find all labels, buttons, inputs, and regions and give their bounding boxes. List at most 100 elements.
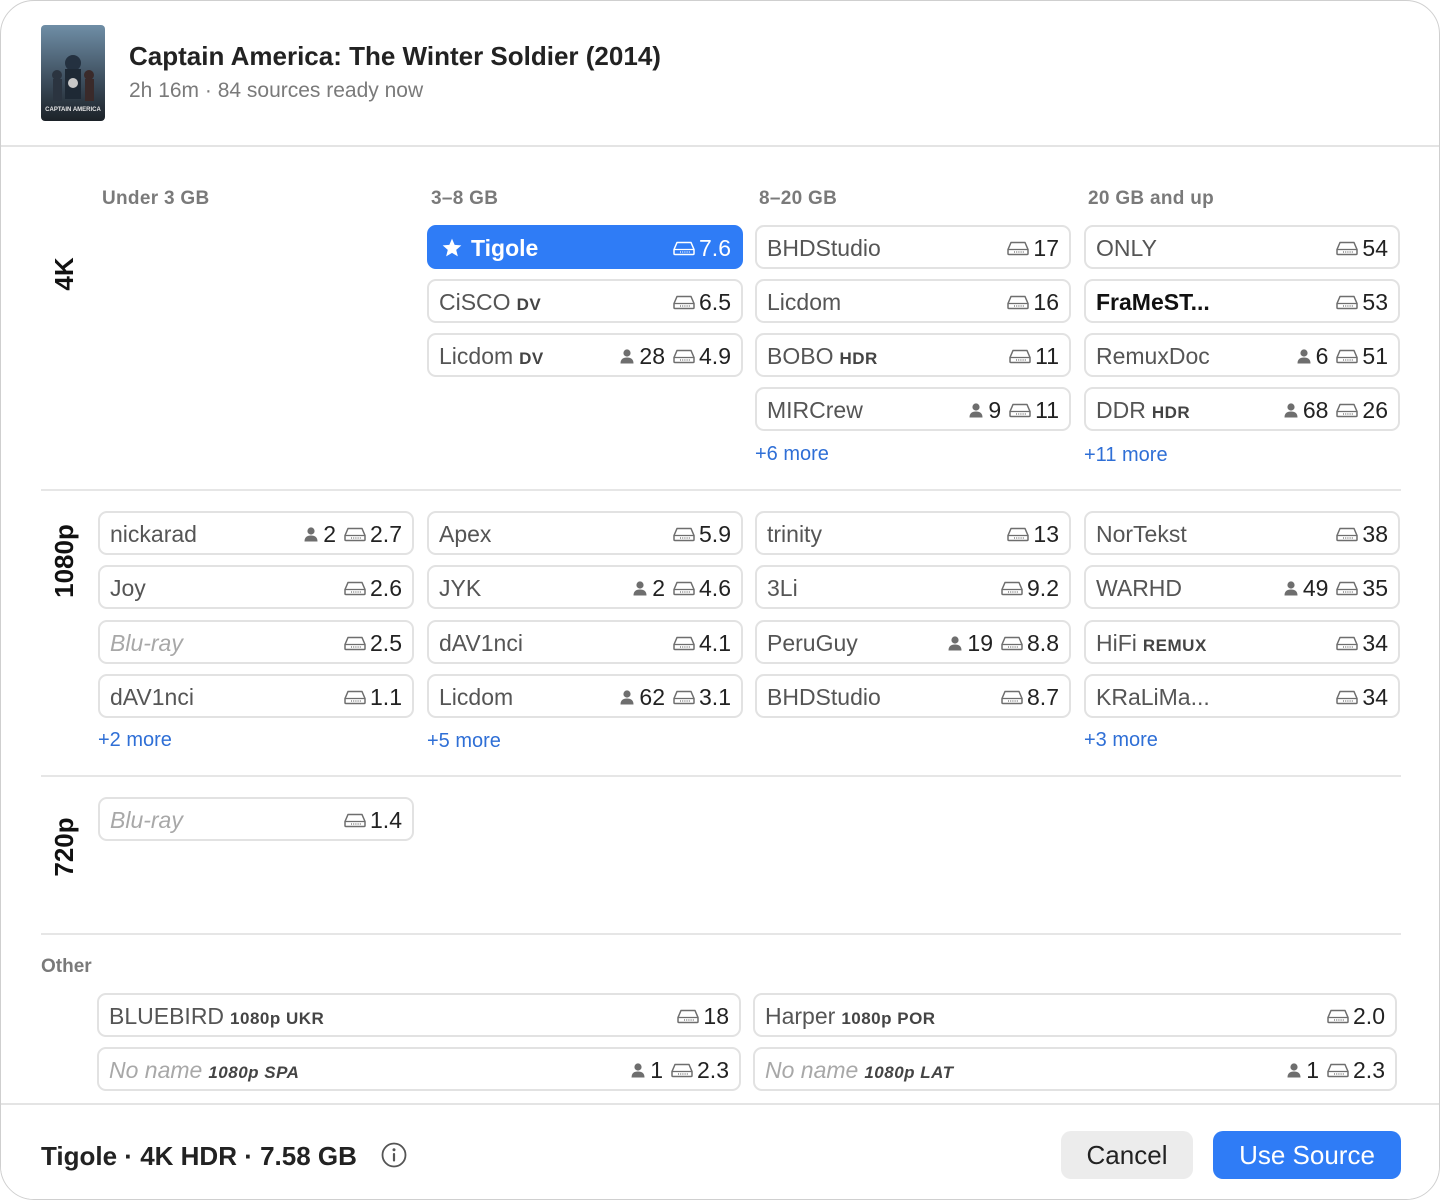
source-card[interactable]: Blu-ray 1.4 — [98, 797, 414, 841]
source-stats: 1.4 — [344, 807, 402, 834]
more-link-1080p-under-3gb[interactable]: +2 more — [98, 729, 172, 752]
size-gb: 54 — [1362, 235, 1388, 261]
person-icon — [630, 1057, 646, 1084]
source-name-text: MIRCrew — [767, 397, 863, 423]
source-card[interactable]: No name 1080p SPA 1 2.3 — [97, 1047, 741, 1091]
source-stats: 68 26 — [1283, 397, 1388, 424]
source-name-text: dAV1nci — [439, 630, 523, 656]
source-card[interactable]: Licdom DV 28 4.9 — [427, 333, 743, 377]
size-gb: 18 — [703, 1003, 729, 1029]
source-name-text: DDR — [1096, 397, 1146, 423]
seeders-count: 62 — [639, 684, 666, 710]
source-card[interactable]: Harper 1080p POR 2.0 — [753, 993, 1397, 1037]
source-stats: 6 51 — [1296, 343, 1388, 370]
seeders: 1 — [1286, 1057, 1319, 1084]
source-card[interactable]: NorTekst 38 — [1084, 511, 1400, 555]
source-card[interactable]: Apex 5.9 — [427, 511, 743, 555]
drive-icon — [673, 684, 695, 711]
drive-icon — [1336, 235, 1359, 262]
source-name: WARHD — [1096, 575, 1182, 602]
size-gb: 1.1 — [370, 684, 402, 710]
drive-icon — [673, 343, 695, 370]
source-card[interactable]: FraMeST... 53 — [1084, 279, 1400, 323]
source-name: PeruGuy — [767, 630, 858, 657]
more-link-1080p-20gb-up[interactable]: +3 more — [1084, 729, 1158, 752]
cancel-button[interactable]: Cancel — [1061, 1131, 1193, 1179]
source-card[interactable]: trinity 13 — [755, 511, 1071, 555]
source-name: dAV1nci — [110, 684, 194, 711]
more-link-1080p-3-8gb[interactable]: +5 more — [427, 730, 501, 753]
size-gb: 2.3 — [697, 1057, 729, 1083]
source-name: Joy — [110, 575, 146, 602]
source-card[interactable]: KRaLiMa... 34 — [1084, 674, 1400, 718]
source-name: HiFi REMUX — [1096, 630, 1207, 657]
source-stats: 17 — [1007, 235, 1059, 262]
source-card[interactable]: dAV1nci 4.1 — [427, 620, 743, 664]
size-gb: 34 — [1362, 684, 1388, 710]
source-tag: REMUX — [1142, 636, 1207, 655]
source-card[interactable]: nickarad 2 2.7 — [98, 511, 414, 555]
source-name: BHDStudio — [767, 235, 881, 262]
more-link-4k-20gb-up[interactable]: +11 more — [1084, 444, 1168, 467]
selection-summary: Tigole · 4K HDR · 7.58 GB — [41, 1141, 357, 1171]
source-card[interactable]: BLUEBIRD 1080p UKR 18 — [97, 993, 741, 1037]
seeders-count: 1 — [1306, 1057, 1320, 1083]
seeders-count: 9 — [988, 397, 1002, 423]
size-gb: 8.7 — [1027, 684, 1059, 710]
source-card[interactable]: MIRCrew 9 11 — [755, 387, 1071, 431]
source-card[interactable]: dAV1nci 1.1 — [98, 674, 414, 718]
header: CAPTAIN AMERICA Captain America: The Win… — [1, 1, 1439, 147]
source-tag: HDR — [1151, 403, 1191, 422]
source-card[interactable]: Joy 2.6 — [98, 565, 414, 609]
row-label-720p: 720p — [49, 817, 79, 877]
source-stats: 1 2.3 — [630, 1057, 729, 1084]
more-link-4k-8-20gb[interactable]: +6 more — [755, 443, 829, 466]
source-card[interactable]: JYK 2 4.6 — [427, 565, 743, 609]
size-gb: 26 — [1362, 397, 1388, 423]
source-name: MIRCrew — [767, 397, 863, 424]
source-card[interactable]: No name 1080p LAT 1 2.3 — [753, 1047, 1397, 1091]
row-divider — [41, 933, 1401, 935]
source-stats: 7.6 — [673, 235, 731, 262]
source-tag: HDR — [839, 349, 878, 368]
source-stats: 38 — [1336, 521, 1388, 548]
source-card[interactable]: Blu-ray 2.5 — [98, 620, 414, 664]
source-name-text: Licdom — [767, 289, 842, 315]
use-source-button[interactable]: Use Source — [1213, 1131, 1401, 1179]
source-name: Tigole — [441, 235, 538, 262]
source-card[interactable]: BHDStudio 8.7 — [755, 674, 1071, 718]
source-tag: DV — [519, 349, 544, 368]
source-card[interactable]: PeruGuy 19 8.8 — [755, 620, 1071, 664]
source-card[interactable]: RemuxDoc 6 51 — [1084, 333, 1400, 377]
person-icon — [632, 575, 648, 602]
drive-icon — [671, 1057, 693, 1084]
source-name: Licdom — [767, 289, 841, 316]
source-stats: 54 — [1336, 235, 1388, 262]
size-gb: 2.5 — [370, 630, 402, 656]
size-gb: 34 — [1362, 630, 1388, 656]
info-icon[interactable] — [381, 1142, 407, 1168]
other-section-label: Other — [41, 956, 92, 977]
source-name-text: NorTekst — [1096, 521, 1187, 547]
drive-icon — [677, 1003, 700, 1030]
source-name-text: Harper — [765, 1003, 836, 1029]
seeders-count: 6 — [1315, 343, 1329, 369]
source-card-selected[interactable]: Tigole 7.6 — [427, 225, 743, 269]
source-card[interactable]: CiSCO DV 6.5 — [427, 279, 743, 323]
column-header-3-8gb: 3–8 GB — [431, 188, 499, 209]
source-card[interactable]: WARHD 49 35 — [1084, 565, 1400, 609]
source-card[interactable]: DDR HDR 68 26 — [1084, 387, 1400, 431]
drive-icon — [1007, 235, 1030, 262]
source-stats: 2 4.6 — [632, 575, 731, 602]
source-card[interactable]: BOBO HDR 11 — [755, 333, 1071, 377]
source-card[interactable]: 3Li 9.2 — [755, 565, 1071, 609]
source-card[interactable]: HiFi REMUX 34 — [1084, 620, 1400, 664]
source-card[interactable]: ONLY 54 — [1084, 225, 1400, 269]
drive-icon — [1336, 397, 1359, 424]
source-name-text: trinity — [767, 521, 822, 547]
source-card[interactable]: BHDStudio 17 — [755, 225, 1071, 269]
source-name-text: HiFi — [1096, 630, 1137, 656]
source-card[interactable]: Licdom 62 3.1 — [427, 674, 743, 718]
seeders: 2 — [632, 575, 665, 602]
source-card[interactable]: Licdom 16 — [755, 279, 1071, 323]
